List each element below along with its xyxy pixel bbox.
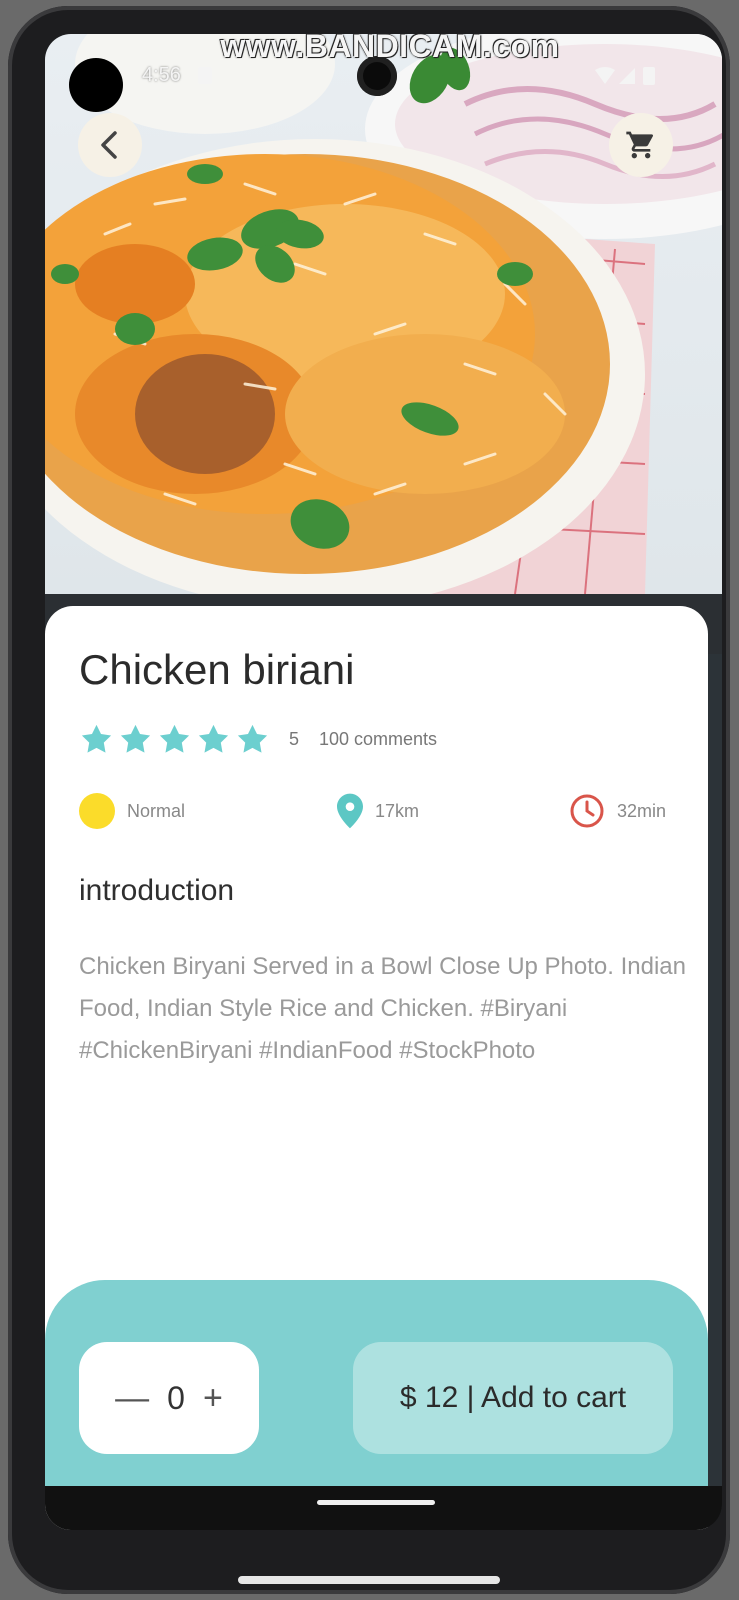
location-pin-icon bbox=[337, 793, 363, 829]
difficulty-label: Normal bbox=[127, 800, 186, 821]
distance-info: 17km bbox=[337, 793, 419, 829]
status-time: 4:56 bbox=[142, 64, 181, 86]
back-arrow-icon bbox=[101, 131, 117, 159]
quantity-value: 0 bbox=[167, 1379, 185, 1416]
phone-frame: 4:56 www.BANDICAM.com Chicken biriani 5 … bbox=[8, 6, 730, 1594]
system-nav-bar bbox=[45, 1486, 722, 1530]
star-icon bbox=[120, 724, 151, 753]
front-camera-left bbox=[69, 58, 123, 112]
food-image bbox=[45, 34, 722, 594]
duration-info: 32min bbox=[569, 793, 666, 829]
clock-icon bbox=[570, 794, 604, 828]
introduction-text: Chicken Biryani Served in a Bowl Close U… bbox=[79, 953, 686, 1064]
duration-label: 32min bbox=[617, 800, 667, 821]
star-icon bbox=[237, 724, 268, 753]
product-title: Chicken biriani bbox=[79, 646, 355, 693]
bottom-action-bar: — 0 + $ 12 | Add to cart bbox=[45, 1280, 708, 1500]
star-icon bbox=[198, 724, 229, 753]
introduction-heading: introduction bbox=[79, 874, 235, 907]
add-to-cart-button[interactable]: $ 12 | Add to cart bbox=[353, 1342, 673, 1454]
sd-card-icon bbox=[198, 67, 212, 84]
back-button[interactable] bbox=[78, 113, 142, 177]
star-icon bbox=[81, 724, 112, 753]
recorder-watermark: www.BANDICAM.com bbox=[220, 34, 560, 64]
battery-icon bbox=[643, 67, 655, 85]
yellow-dot-icon bbox=[79, 793, 115, 829]
rating-stars bbox=[79, 722, 270, 757]
home-indicator bbox=[238, 1576, 500, 1584]
screen: 4:56 www.BANDICAM.com Chicken biriani 5 … bbox=[45, 34, 722, 1530]
distance-label: 17km bbox=[375, 800, 420, 821]
star-icon bbox=[159, 724, 190, 753]
status-icons bbox=[595, 67, 655, 85]
difficulty-info: Normal bbox=[79, 793, 185, 829]
cart-button[interactable] bbox=[609, 113, 673, 177]
plus-icon[interactable]: + bbox=[203, 1379, 223, 1418]
quantity-stepper: — 0 + bbox=[79, 1342, 259, 1454]
gesture-handle[interactable] bbox=[317, 1500, 435, 1505]
minus-icon[interactable]: — bbox=[115, 1379, 149, 1418]
signal-icon bbox=[619, 68, 635, 84]
comments-link[interactable]: 100 comments bbox=[319, 729, 437, 750]
cart-icon bbox=[626, 131, 654, 159]
wifi-icon bbox=[595, 67, 615, 84]
rating-value: 5 bbox=[289, 729, 300, 749]
